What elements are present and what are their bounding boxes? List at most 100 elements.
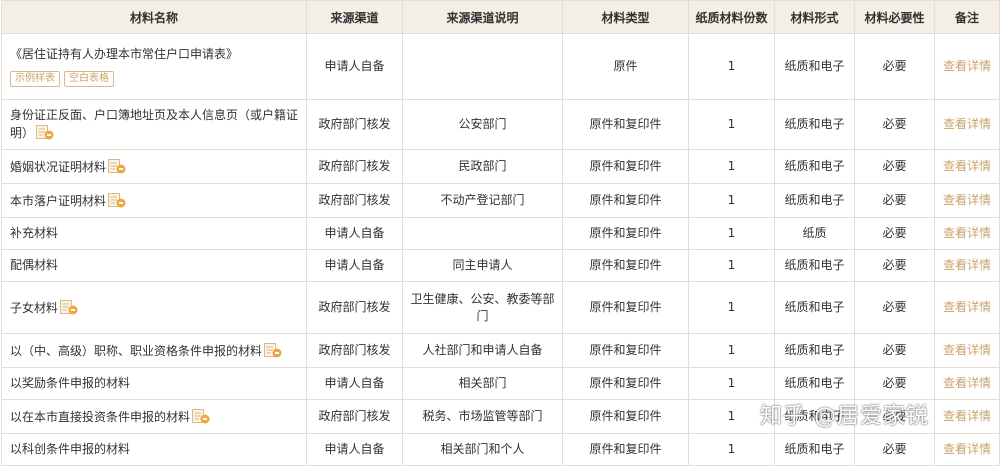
copies-cell: 1	[688, 249, 775, 282]
note-cell: 查看详情	[934, 433, 1000, 466]
copies-cell: 1	[688, 33, 775, 100]
material-name: 本市落户证明材料	[10, 193, 107, 208]
necessity-cell: 必要	[854, 217, 935, 250]
table-row: 《居住证持有人办理本市常住户口申请表》 示例样表 空白表格 申请人自备 原件 1 纸质和电子…	[1, 33, 1000, 100]
table-header-row: 材料名称 来源渠道 来源渠道说明 材料类型 纸质材料份数 材料形式 材料必要性 …	[1, 0, 1000, 34]
table-row: 身份证正反面、户口簿地址页及本人信息页（或户籍证明） 政府部门核发 公安部门 原件和复…	[1, 99, 1000, 150]
table-row: 本市落户证明材料 政府部门核发 不动产登记部门 原件和复印件 1 纸质和电子 必要 查看详情	[1, 183, 1000, 218]
view-details-link[interactable]: 查看详情	[943, 409, 991, 423]
table-row: 补充材料 申请人自备 原件和复印件 1 纸质 必要 查看详情	[1, 217, 1000, 250]
header-necessity: 材料必要性	[854, 0, 935, 34]
channel-desc-cell: 同主申请人	[402, 249, 563, 282]
table-row: 婚姻状况证明材料 政府部门核发 民政部门 原件和复印件 1 纸质和电子 必要 查看详情	[1, 149, 1000, 184]
header-type: 材料类型	[562, 0, 689, 34]
material-name: 配偶材料	[10, 258, 59, 272]
channel-cell: 政府部门核发	[306, 399, 403, 434]
view-details-link[interactable]: 查看详情	[943, 117, 991, 131]
watermark: 知乎 @居爱家锐	[760, 404, 929, 429]
type-cell: 原件和复印件	[562, 433, 689, 466]
table-row: 子女材料 政府部门核发 卫生健康、公安、教委等部门 原件和复印件 1 纸质和电子 必要 查看详…	[1, 281, 1000, 334]
channel-cell: 申请人自备	[306, 367, 403, 400]
sample-form-tag[interactable]: 示例样表	[10, 71, 60, 87]
header-name: 材料名称	[1, 0, 307, 34]
material-name-cell: 以奖励条件申报的材料	[1, 367, 307, 400]
header-channel-desc: 来源渠道说明	[402, 0, 563, 34]
table-row: 以奖励条件申报的材料 申请人自备 相关部门 原件和复印件 1 纸质和电子 必要 查看详情	[1, 367, 1000, 400]
type-cell: 原件和复印件	[562, 249, 689, 282]
channel-desc-cell: 相关部门和个人	[402, 433, 563, 466]
channel-desc-cell: 不动产登记部门	[402, 183, 563, 218]
form-cell: 纸质和电子	[774, 149, 855, 184]
view-details-link[interactable]: 查看详情	[943, 193, 991, 207]
material-name: 补充材料	[10, 226, 59, 240]
mian-exempt-icon	[60, 299, 78, 314]
channel-cell: 政府部门核发	[306, 149, 403, 184]
copies-cell: 1	[688, 281, 775, 334]
material-name-cell: 以科创条件申报的材料	[1, 433, 307, 466]
channel-desc-cell: 公安部门	[402, 99, 563, 150]
material-name: 以奖励条件申报的材料	[10, 376, 131, 390]
view-details-link[interactable]: 查看详情	[943, 159, 991, 173]
note-cell: 查看详情	[934, 149, 1000, 184]
form-cell: 纸质和电子	[774, 33, 855, 100]
necessity-cell: 必要	[854, 333, 935, 368]
material-name-cell: 《居住证持有人办理本市常住户口申请表》 示例样表 空白表格	[1, 33, 307, 100]
header-channel: 来源渠道	[306, 0, 403, 34]
template-tags: 示例样表 空白表格	[10, 69, 302, 87]
view-details-link[interactable]: 查看详情	[943, 376, 991, 390]
channel-cell: 申请人自备	[306, 249, 403, 282]
note-cell: 查看详情	[934, 33, 1000, 100]
material-name-cell: 补充材料	[1, 217, 307, 250]
material-name-cell: 子女材料	[1, 281, 307, 334]
type-cell: 原件和复印件	[562, 217, 689, 250]
material-name-cell: 身份证正反面、户口簿地址页及本人信息页（或户籍证明）	[1, 99, 307, 150]
note-cell: 查看详情	[934, 399, 1000, 434]
type-cell: 原件和复印件	[562, 281, 689, 334]
mian-exempt-icon	[192, 408, 210, 423]
channel-cell: 申请人自备	[306, 33, 403, 100]
form-cell: 纸质和电子	[774, 99, 855, 150]
necessity-cell: 必要	[854, 433, 935, 466]
copies-cell: 1	[688, 99, 775, 150]
form-cell: 纸质和电子	[774, 333, 855, 368]
form-cell: 纸质和电子	[774, 367, 855, 400]
material-name-cell: 婚姻状况证明材料	[1, 149, 307, 184]
channel-desc-cell: 卫生健康、公安、教委等部门	[402, 281, 563, 334]
copies-cell: 1	[688, 367, 775, 400]
copies-cell: 1	[688, 149, 775, 184]
note-cell: 查看详情	[934, 249, 1000, 282]
necessity-cell: 必要	[854, 149, 935, 184]
table-row: 以科创条件申报的材料 申请人自备 相关部门和个人 原件和复印件 1 纸质和电子 必要 查看详情	[1, 433, 1000, 466]
view-details-link[interactable]: 查看详情	[943, 343, 991, 357]
view-details-link[interactable]: 查看详情	[943, 442, 991, 456]
necessity-cell: 必要	[854, 33, 935, 100]
view-details-link[interactable]: 查看详情	[943, 226, 991, 240]
copies-cell: 1	[688, 333, 775, 368]
mian-exempt-icon	[36, 125, 54, 140]
material-name-cell: 本市落户证明材料	[1, 183, 307, 218]
type-cell: 原件和复印件	[562, 333, 689, 368]
channel-cell: 申请人自备	[306, 217, 403, 250]
view-details-link[interactable]: 查看详情	[943, 300, 991, 314]
channel-cell: 政府部门核发	[306, 99, 403, 150]
mian-exempt-icon	[108, 158, 126, 173]
note-cell: 查看详情	[934, 183, 1000, 218]
form-cell: 纸质和电子	[774, 183, 855, 218]
necessity-cell: 必要	[854, 367, 935, 400]
channel-desc-cell	[402, 217, 563, 250]
header-note: 备注	[934, 0, 1000, 34]
copies-cell: 1	[688, 217, 775, 250]
channel-desc-cell: 民政部门	[402, 149, 563, 184]
form-cell: 纸质和电子	[774, 249, 855, 282]
necessity-cell: 必要	[854, 183, 935, 218]
form-cell: 纸质	[774, 217, 855, 250]
type-cell: 原件和复印件	[562, 183, 689, 218]
blank-form-tag[interactable]: 空白表格	[64, 71, 114, 87]
channel-desc-cell: 人社部门和申请人自备	[402, 333, 563, 368]
view-details-link[interactable]: 查看详情	[943, 59, 991, 73]
channel-desc-cell	[402, 33, 563, 100]
channel-cell: 政府部门核发	[306, 183, 403, 218]
view-details-link[interactable]: 查看详情	[943, 258, 991, 272]
material-name: 《居住证持有人办理本市常住户口申请表》	[10, 47, 239, 61]
type-cell: 原件和复印件	[562, 367, 689, 400]
